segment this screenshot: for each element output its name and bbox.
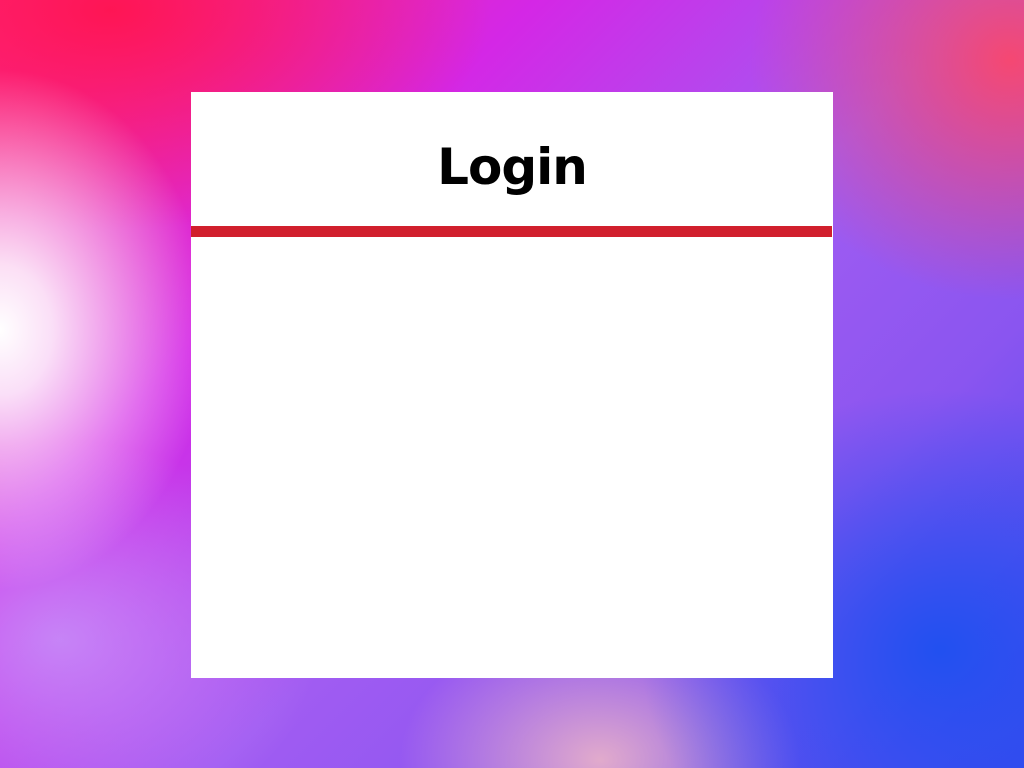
login-form-area <box>191 237 833 678</box>
header-divider <box>191 226 832 237</box>
login-title: Login <box>437 138 588 196</box>
login-panel: Login <box>191 92 833 678</box>
